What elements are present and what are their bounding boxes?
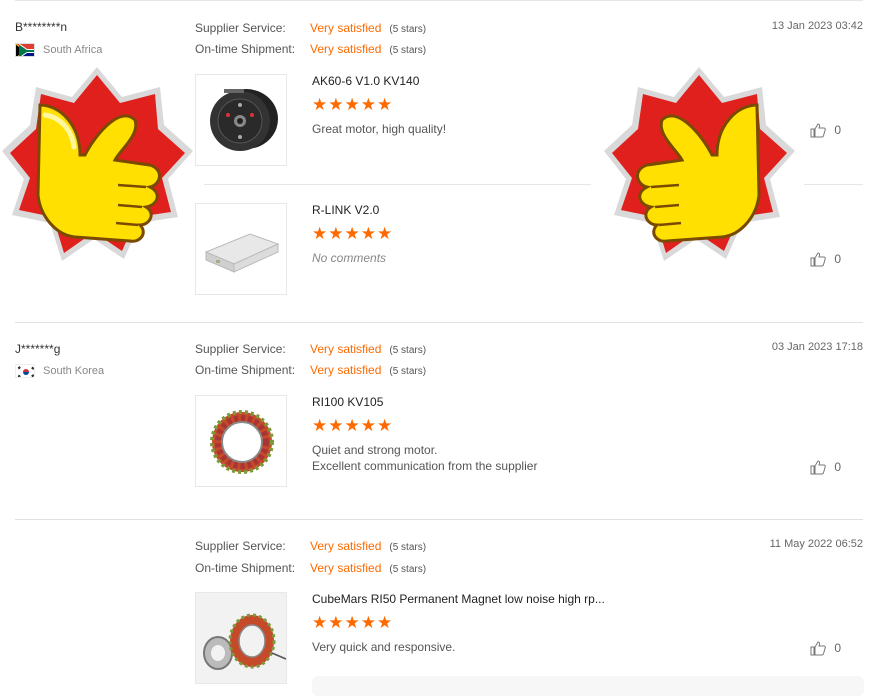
supplier-service-rating: Supplier Service: Very satisfied (5 star…: [195, 342, 426, 356]
supplier-service-label: Supplier Service:: [195, 539, 286, 553]
reply-box: [312, 676, 864, 696]
ontime-shipment-label: On-time Shipment:: [195, 561, 296, 575]
ontime-shipment-rating: On-time Shipment: Very satisfied (5 star…: [195, 561, 426, 575]
stator-ring-icon[interactable]: [195, 395, 287, 487]
product-divider: [804, 184, 863, 185]
like-count: 0: [834, 460, 841, 474]
supplier-service-stars: (5 stars): [389, 24, 427, 35]
product-comment: Quiet and strong motor. Excellent commun…: [312, 442, 732, 474]
country-label: South Korea: [43, 365, 105, 377]
supplier-service-stars: (5 stars): [389, 345, 427, 356]
thumbs-up-icon: [810, 460, 827, 475]
like-count: 0: [834, 641, 841, 655]
supplier-service-value: Very satisfied: [310, 539, 382, 553]
supplier-service-value: Very satisfied: [310, 342, 382, 356]
south-africa-flag-icon: [15, 43, 35, 57]
product-star-rating: ★★★★★: [312, 613, 394, 632]
product-item: CubeMars RI50 Permanent Magnet low noise…: [195, 592, 863, 684]
product-item: RI100 KV105 ★★★★★ Quiet and strong motor…: [195, 395, 863, 487]
review-divider: [15, 519, 863, 520]
ontime-shipment-value: Very satisfied: [310, 561, 382, 575]
comment-line: Quiet and strong motor.: [312, 443, 438, 457]
like-count: 0: [834, 252, 841, 266]
review-date: 13 Jan 2023 03:42: [771, 20, 863, 32]
supplier-service-value: Very satisfied: [310, 21, 382, 35]
rlink-box-icon[interactable]: [195, 203, 287, 295]
product-name[interactable]: CubeMars RI50 Permanent Magnet low noise…: [312, 592, 605, 606]
ontime-shipment-stars: (5 stars): [389, 564, 427, 575]
south-korea-flag-icon: [15, 364, 35, 378]
supplier-service-rating: Supplier Service: Very satisfied (5 star…: [195, 539, 426, 553]
supplier-service-label: Supplier Service:: [195, 21, 286, 35]
thumbs-up-icon: [810, 123, 827, 138]
reviewer-name: B********n: [15, 20, 68, 34]
ontime-shipment-stars: (5 stars): [389, 366, 427, 377]
ontime-shipment-value: Very satisfied: [310, 363, 382, 377]
ontime-shipment-rating: On-time Shipment: Very satisfied (5 star…: [195, 363, 426, 377]
supplier-service-label: Supplier Service:: [195, 342, 286, 356]
review-date: 11 May 2022 06:52: [769, 538, 863, 550]
ontime-shipment-stars: (5 stars): [389, 45, 427, 56]
review-date: 03 Jan 2023 17:18: [771, 341, 863, 353]
product-star-rating: ★★★★★: [312, 95, 394, 114]
product-name[interactable]: AK60-6 V1.0 KV140: [312, 74, 419, 88]
product-star-rating: ★★★★★: [312, 416, 394, 435]
reviewer-country: South Korea: [15, 364, 104, 378]
ontime-shipment-label: On-time Shipment:: [195, 42, 296, 56]
like-button[interactable]: 0: [810, 251, 841, 267]
reviewer-name: J*******g: [15, 342, 61, 356]
top-divider: [15, 0, 863, 1]
country-label: South Africa: [43, 44, 103, 56]
ri50-motor-icon[interactable]: [195, 592, 287, 684]
thumbs-up-badge-icon: [0, 65, 195, 270]
review-divider: [15, 322, 863, 323]
motor-black-icon[interactable]: [195, 74, 287, 166]
product-divider: [204, 184, 591, 185]
ontime-shipment-label: On-time Shipment:: [195, 363, 296, 377]
thumbs-up-badge-icon: [602, 65, 797, 270]
supplier-service-stars: (5 stars): [389, 542, 427, 553]
ontime-shipment-value: Very satisfied: [310, 42, 382, 56]
like-button[interactable]: 0: [810, 640, 841, 656]
product-name[interactable]: R-LINK V2.0: [312, 203, 379, 217]
like-button[interactable]: 0: [810, 459, 841, 475]
ontime-shipment-rating: On-time Shipment: Very satisfied (5 star…: [195, 42, 426, 56]
product-star-rating: ★★★★★: [312, 224, 394, 243]
reviewer-country: South Africa: [15, 43, 102, 57]
thumbs-up-icon: [810, 641, 827, 656]
product-name[interactable]: RI100 KV105: [312, 395, 383, 409]
supplier-service-rating: Supplier Service: Very satisfied (5 star…: [195, 21, 426, 35]
like-count: 0: [834, 123, 841, 137]
like-button[interactable]: 0: [810, 122, 841, 138]
thumbs-up-icon: [810, 252, 827, 267]
product-comment: Very quick and responsive.: [312, 640, 456, 654]
comment-line: Excellent communication from the supplie…: [312, 459, 538, 473]
